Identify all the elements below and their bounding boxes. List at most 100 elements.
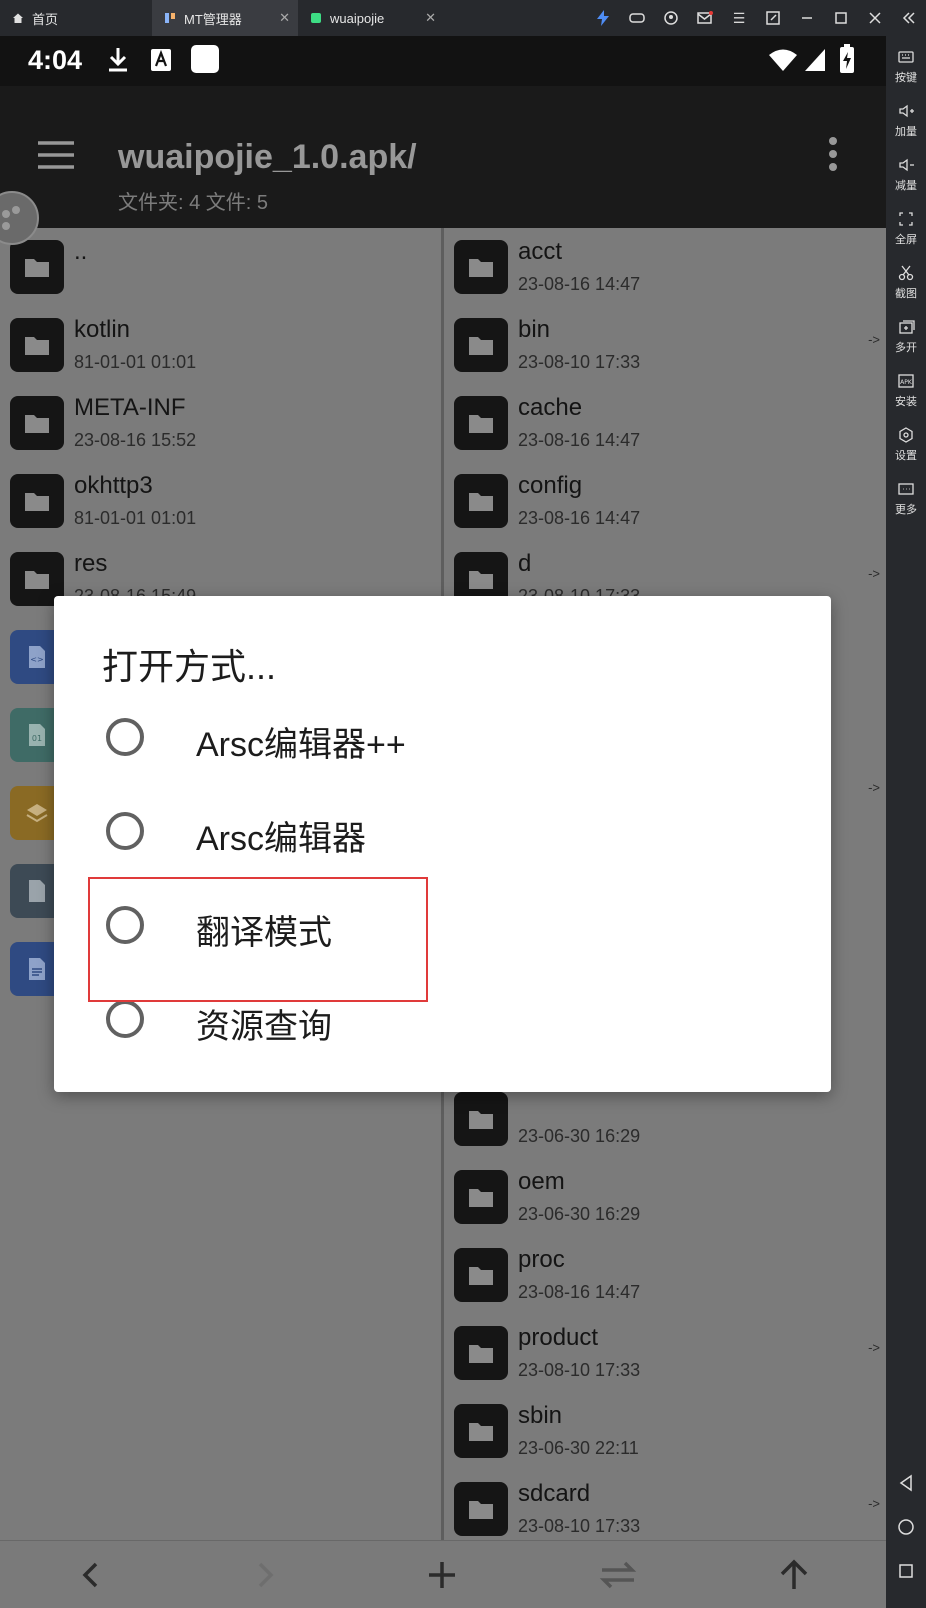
sidebar-item-settings[interactable]: 设置 <box>886 426 926 480</box>
radio-button[interactable] <box>106 1000 144 1038</box>
notification-square-icon <box>191 45 219 73</box>
file-name: acct <box>518 238 563 265</box>
app-icon <box>165 13 175 23</box>
battery-icon <box>840 44 854 73</box>
list-item[interactable]: product 23-08-10 17:33 -> <box>444 1314 886 1392</box>
file-name: res <box>74 550 108 577</box>
sidebar-item-fullscreen[interactable]: 全屏 <box>886 210 926 264</box>
sidebar-item-install[interactable]: APK 安装 <box>886 372 926 426</box>
svg-text:APK: APK <box>900 379 913 386</box>
sidebar-item-label: 截图 <box>895 288 917 300</box>
tab-label: 首页 <box>32 11 59 27</box>
file-date: 81-01-01 01:01 <box>74 352 197 372</box>
back-arrow-icon[interactable] <box>70 1557 110 1593</box>
option-arsc-editor[interactable]: Arsc编辑器 <box>54 784 831 878</box>
file-name: sbin <box>518 1402 563 1429</box>
file-name: kotlin <box>74 316 131 343</box>
emulator-sidebar: 按键 加量 减量 全屏 截图 多开 APK 安装 设置 更多 <box>886 36 926 1608</box>
tab-home[interactable]: 首页 <box>0 0 152 36</box>
menu-icon[interactable]: ☰ <box>722 0 756 36</box>
close-window-icon[interactable] <box>858 0 892 36</box>
maximize-icon[interactable] <box>824 0 858 36</box>
sidebar-item-screenshot[interactable]: 截图 <box>886 264 926 318</box>
sidebar-item-more[interactable]: 更多 <box>886 480 926 534</box>
tab-wuaipojie[interactable]: wuaipojie ✕ <box>298 0 444 36</box>
lightning-icon[interactable] <box>586 0 620 36</box>
wifi-icon <box>769 49 797 71</box>
list-item[interactable]: acct 23-08-16 14:47 <box>444 228 886 306</box>
option-arsc-editor-plus[interactable]: Arsc编辑器++ <box>54 690 831 784</box>
list-item[interactable]: config 23-08-16 14:47 <box>444 462 886 540</box>
sidebar-item-label: 加量 <box>895 126 917 138</box>
list-item[interactable]: sbin 23-06-30 22:11 <box>444 1392 886 1470</box>
sidebar-item-label: 多开 <box>895 342 917 354</box>
android-icon <box>311 13 321 23</box>
settings-icon <box>899 427 913 443</box>
status-bar: 4:04 <box>0 36 886 86</box>
file-name: config <box>518 472 583 499</box>
nav-recents-icon[interactable] <box>886 1556 926 1586</box>
sidebar-item-multi[interactable]: 多开 <box>886 318 926 372</box>
file-date: 23-08-16 14:47 <box>518 430 641 450</box>
user-icon[interactable] <box>654 0 688 36</box>
folder-icon <box>454 1248 508 1302</box>
radio-button[interactable] <box>106 812 144 850</box>
folder-icon <box>454 474 508 528</box>
add-icon[interactable] <box>422 1557 462 1593</box>
forward-arrow-icon[interactable] <box>246 1557 286 1593</box>
sidebar-item-label: 全屏 <box>895 234 917 246</box>
list-item[interactable]: cache 23-08-16 14:47 <box>444 384 886 462</box>
file-date: 23-06-30 16:29 <box>518 1204 641 1224</box>
nav-back-icon[interactable] <box>886 1468 926 1498</box>
multi-instance-icon <box>899 320 915 334</box>
svg-text:<>: <> <box>30 655 43 664</box>
download-icon <box>109 48 127 72</box>
list-item[interactable]: kotlin 81-01-01 01:01 <box>0 306 441 384</box>
close-tab-icon[interactable]: ✕ <box>425 10 436 26</box>
list-item[interactable]: oem 23-06-30 16:29 <box>444 1158 886 1236</box>
home-icon <box>13 13 23 23</box>
file-date: 23-08-16 14:47 <box>518 1282 641 1302</box>
page-title: wuaipojie_1.0.apk/ <box>118 138 417 176</box>
status-time: 4:04 <box>28 45 83 75</box>
swap-icon[interactable] <box>598 1557 638 1593</box>
signal-icon <box>805 49 825 71</box>
file-date: 23-06-30 22:11 <box>518 1438 639 1458</box>
mail-icon[interactable] <box>688 0 722 36</box>
sidebar-item-keys[interactable]: 按键 <box>886 48 926 102</box>
emulator-tab-bar: 首页 MT管理器 ✕ wuaipojie ✕ ☰ <box>0 0 926 36</box>
folder-icon <box>10 396 64 450</box>
restore-icon[interactable] <box>756 0 790 36</box>
sidebar-item-volume-up[interactable]: 加量 <box>886 102 926 156</box>
list-item[interactable]: bin 23-08-10 17:33 -> <box>444 306 886 384</box>
list-item[interactable]: sdcard 23-08-10 17:33 -> <box>444 1470 886 1540</box>
list-item[interactable]: okhttp3 81-01-01 01:01 <box>0 462 441 540</box>
gamepad-icon[interactable] <box>620 0 654 36</box>
nav-home-icon[interactable] <box>886 1512 926 1542</box>
folder-icon <box>454 1170 508 1224</box>
close-tab-icon[interactable]: ✕ <box>279 10 290 26</box>
tab-label: wuaipojie <box>330 10 385 26</box>
fullscreen-icon <box>899 212 913 226</box>
sidebar-item-volume-down[interactable]: 减量 <box>886 156 926 210</box>
folder-icon <box>10 318 64 372</box>
list-item[interactable]: proc 23-08-16 14:47 <box>444 1236 886 1314</box>
folder-icon <box>454 240 508 294</box>
file-name: bin <box>518 316 551 343</box>
list-item[interactable]: META-INF 23-08-16 15:52 <box>0 384 441 462</box>
folder-icon <box>454 1404 508 1458</box>
more-icon <box>898 483 914 495</box>
collapse-sidebar-icon[interactable] <box>892 0 926 36</box>
hamburger-menu-icon[interactable] <box>36 140 76 170</box>
up-arrow-icon[interactable] <box>774 1557 814 1593</box>
radio-button[interactable] <box>106 718 144 756</box>
overflow-menu-icon[interactable] <box>828 136 838 172</box>
tab-mt-manager[interactable]: MT管理器 ✕ <box>152 0 298 36</box>
folder-icon <box>454 318 508 372</box>
floating-assist-icon[interactable] <box>0 186 46 250</box>
minimize-icon[interactable] <box>790 0 824 36</box>
list-item[interactable]: .. <box>0 228 441 306</box>
file-date: 23-06-30 16:29 <box>518 1126 641 1146</box>
file-name: sdcard <box>518 1480 591 1507</box>
volume-up-icon <box>899 104 914 118</box>
